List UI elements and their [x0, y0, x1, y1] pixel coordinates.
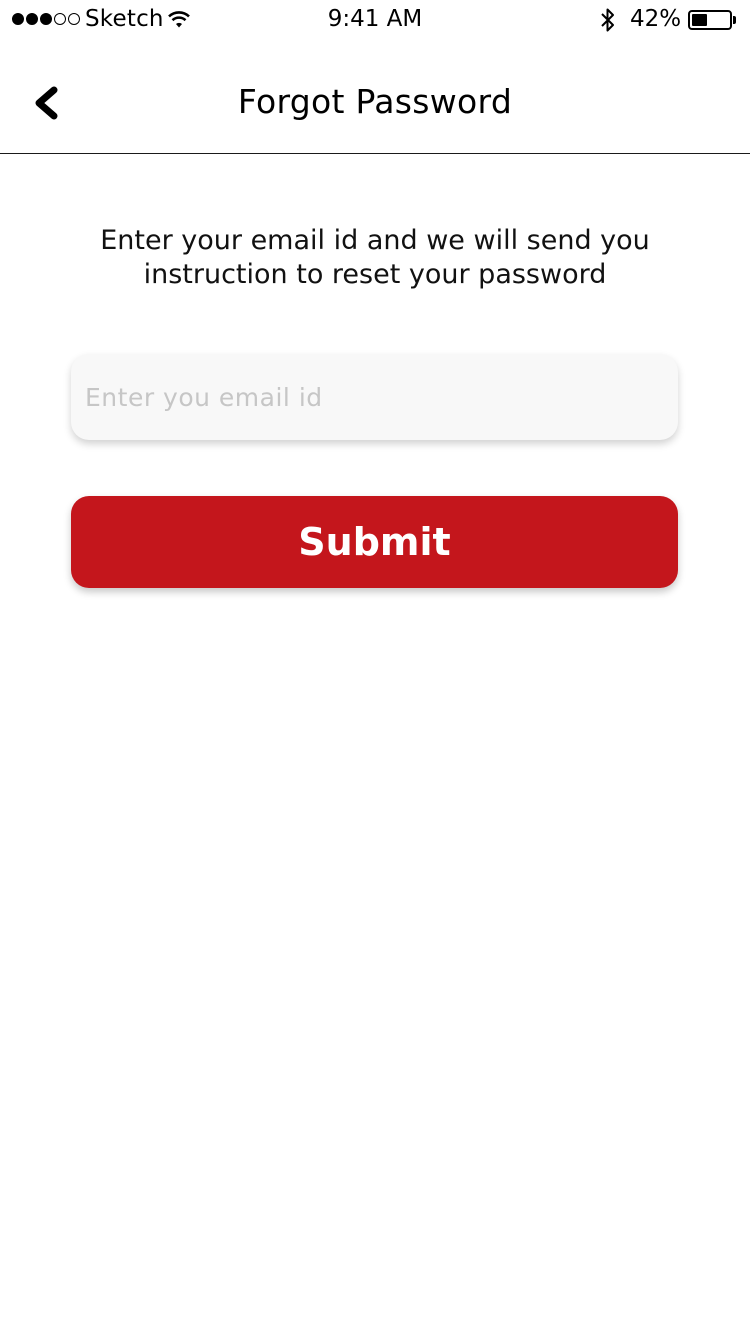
forgot-password-screen: Sketch 9:41 AM 42% Forgot Password Enter…	[0, 0, 750, 1334]
battery-icon	[688, 10, 732, 30]
navigation-bar: Forgot Password	[0, 40, 750, 154]
submit-button[interactable]: Submit	[71, 496, 678, 588]
battery-level	[692, 14, 707, 26]
page-title: Forgot Password	[237, 82, 513, 121]
instruction-text: Enter your email id and we will send you…	[100, 225, 650, 290]
bluetooth-icon	[600, 7, 616, 37]
battery-percentage: 42%	[630, 6, 682, 32]
status-bar: Sketch 9:41 AM 42%	[0, 0, 750, 40]
email-input[interactable]	[71, 354, 678, 440]
